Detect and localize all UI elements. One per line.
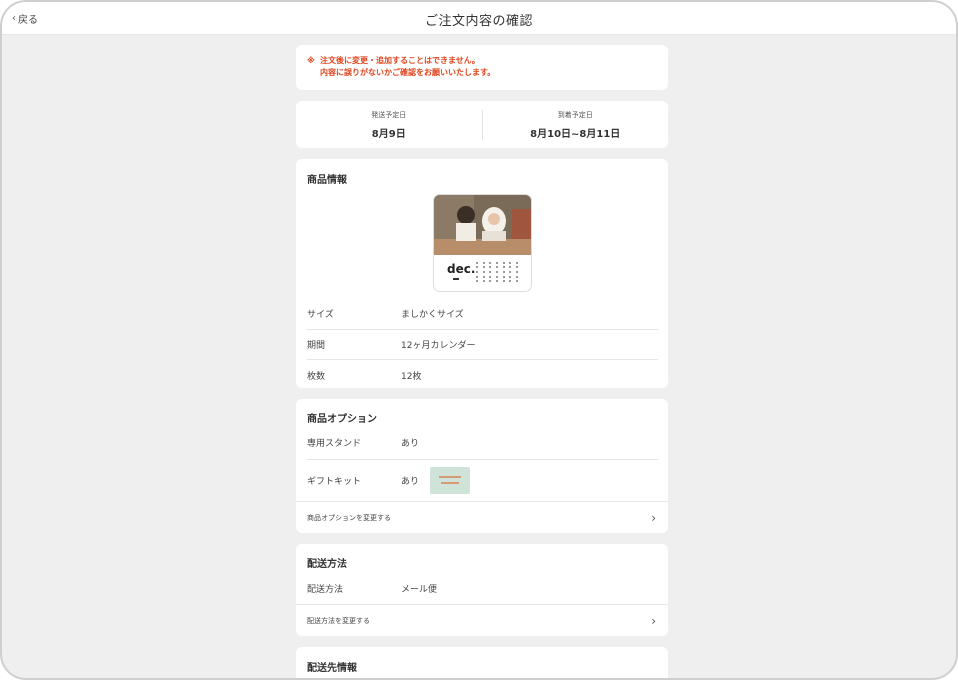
notice-mark: ※ [307, 56, 315, 65]
shipping-section-title: 配送方法 [307, 559, 347, 570]
page-title: ご注文内容の確認 [424, 14, 533, 29]
shipping-card: 配送方法 配送方法 メール便 配送方法を変更する › [296, 544, 668, 636]
product-row-count: 枚数 12枚 [307, 360, 658, 391]
product-row-size: サイズ ましかくサイズ [307, 299, 658, 330]
change-shipping-label: 配送方法を変更する [307, 616, 370, 625]
chevron-right-icon: › [651, 613, 656, 628]
calendar-month-word: dec. [447, 262, 476, 276]
gift-label: ギフトキット [307, 477, 362, 487]
product-card: 商品情報 dec. サイズ ましかくサイズ 期間 12ヶ月カレンダー 枚数 12… [296, 159, 668, 388]
change-shipping-link[interactable]: 配送方法を変更する › [296, 604, 668, 636]
product-section-title: 商品情報 [307, 175, 347, 186]
row-value: 12ヶ月カレンダー [401, 340, 476, 351]
stand-value: あり [401, 438, 420, 449]
product-row-period: 期間 12ヶ月カレンダー [307, 330, 658, 360]
options-section-title: 商品オプション [307, 414, 377, 425]
row-label: サイズ [307, 310, 334, 321]
ship-date-label: 発送予定日 [371, 110, 407, 119]
dates-card: 発送予定日 8月9日 到着予定日 8月10日~8月11日 [296, 101, 668, 148]
app-frame: ‹ 戻る ご注文内容の確認 ※ 注文後に変更・追加することはできません。 内容に誤… [0, 0, 958, 680]
arrival-date-value: 8月10日~8月11日 [530, 128, 621, 140]
calendar-photo [434, 195, 531, 255]
option-row-gift: ギフトキット あり [307, 460, 658, 501]
product-thumbnail: dec. [433, 194, 532, 292]
arrival-date: 到着予定日 8月10日~8月11日 [483, 110, 669, 140]
arrival-date-label: 到着予定日 [557, 110, 593, 119]
chevron-right-icon: › [651, 510, 656, 525]
row-label: 枚数 [307, 371, 326, 382]
product-detail-rows: サイズ ましかくサイズ 期間 12ヶ月カレンダー 枚数 12枚 [307, 299, 658, 391]
ship-date-value: 8月9日 [371, 128, 406, 140]
options-card: 商品オプション 専用スタンド あり ギフトキット あり 商品オプションを変更する… [296, 399, 668, 533]
change-options-label: 商品オプションを変更する [307, 513, 391, 522]
change-options-link[interactable]: 商品オプションを変更する › [296, 501, 668, 533]
row-value: 12枚 [401, 371, 422, 382]
address-card: 配送先情報 [296, 647, 668, 678]
header-bar: ‹ 戻る ご注文内容の確認 [2, 2, 956, 35]
notice-line-1: 注文後に変更・追加することはできません。 [320, 56, 480, 65]
calendar-year-mark [453, 278, 459, 280]
gift-kit-image [430, 467, 471, 494]
ship-date: 発送予定日 8月9日 [296, 110, 482, 140]
shipping-method-label: 配送方法 [307, 585, 344, 595]
option-row-stand: 専用スタンド あり [307, 425, 658, 460]
row-label: 期間 [307, 340, 326, 351]
shipping-method-value: メール便 [401, 585, 438, 595]
notice-line-2: 内容に誤りがないかご確認をお願いいたします。 [320, 68, 496, 77]
shipping-method-row: 配送方法 メール便 [307, 570, 658, 607]
photo-illustration [434, 195, 531, 255]
calendar-day-grid [474, 261, 520, 283]
main-content: ※ 注文後に変更・追加することはできません。 内容に誤りがないかご確認をお願いいた… [296, 45, 668, 678]
row-value: ましかくサイズ [401, 310, 464, 321]
address-section-title: 配送先情報 [307, 663, 357, 674]
stand-label: 専用スタンド [307, 438, 362, 449]
gift-value: あり [401, 477, 420, 487]
notice-card: ※ 注文後に変更・追加することはできません。 内容に誤りがないかご確認をお願いいた… [296, 45, 668, 90]
